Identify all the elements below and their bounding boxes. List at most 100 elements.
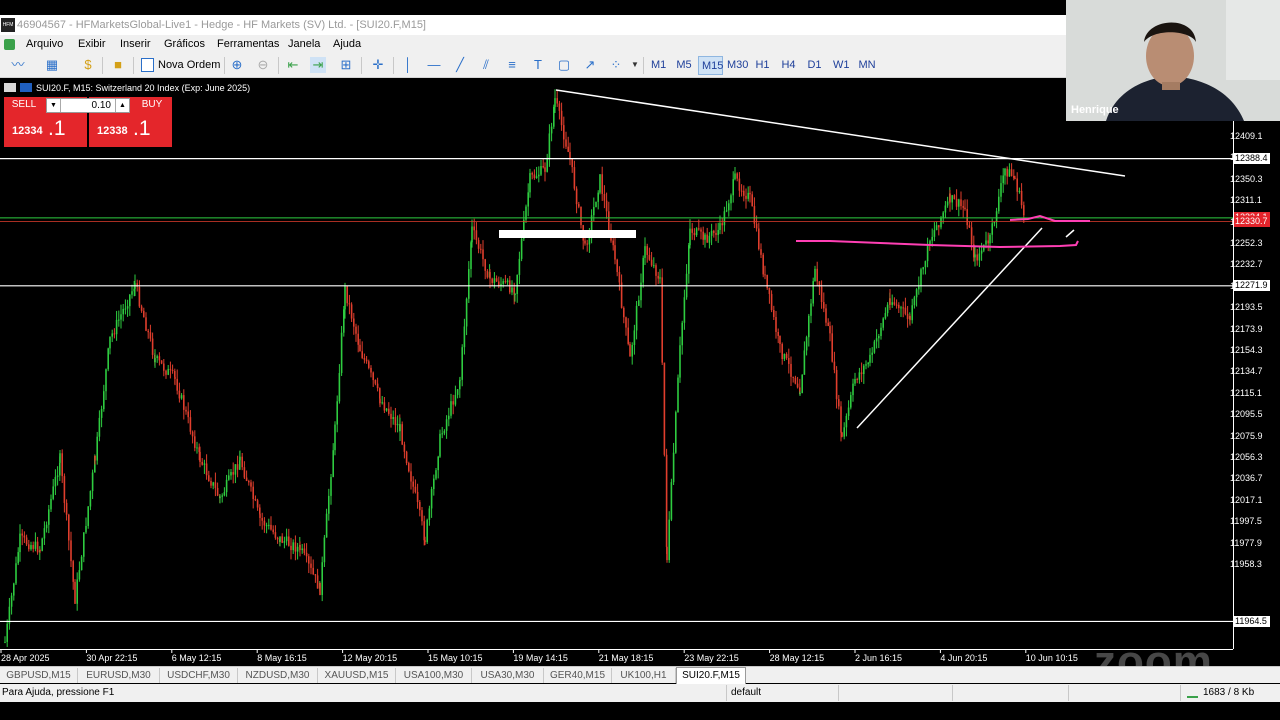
price-tag-current-ask: 12330.7 xyxy=(1234,216,1270,228)
candle-body xyxy=(245,477,248,481)
time-tick-label: 28 Apr 2025 xyxy=(1,653,50,663)
tab-usa100[interactable]: USA100,M30 xyxy=(396,668,472,683)
timeframe-d1[interactable]: D1 xyxy=(804,56,825,75)
candle-body xyxy=(706,234,708,243)
price-chart[interactable] xyxy=(0,79,1280,666)
lot-size-field[interactable]: ▼ 0.10 ▲ xyxy=(46,98,130,113)
lot-size-value[interactable]: 0.10 xyxy=(62,99,114,112)
chart-menu-icon[interactable] xyxy=(4,83,16,92)
candle-body xyxy=(13,583,15,596)
timeframe-m30[interactable]: M30 xyxy=(724,56,749,75)
candle-body xyxy=(484,259,486,271)
tab-sui20[interactable]: SUI20.F,M15 xyxy=(676,667,746,684)
menu-inserir[interactable]: Inserir xyxy=(120,35,151,53)
price-tick-label: 12075.9 xyxy=(1230,430,1263,441)
tile-windows-icon[interactable]: ⊞ xyxy=(338,57,354,73)
candle-body xyxy=(966,209,968,226)
candle-body xyxy=(540,166,542,175)
chart-shift-icon[interactable]: ⇤ xyxy=(285,57,301,73)
candle-body xyxy=(424,540,426,543)
candle-body xyxy=(468,269,470,299)
candle-body xyxy=(477,240,480,249)
channel-icon[interactable]: ⫽ xyxy=(478,57,494,73)
candle-body xyxy=(236,464,239,470)
menu-ajuda[interactable]: Ajuda xyxy=(333,35,361,53)
tab-nzdusd[interactable]: NZDUSD,M30 xyxy=(238,668,318,683)
text-icon[interactable]: T xyxy=(530,57,546,73)
horizontal-line-icon[interactable]: — xyxy=(426,57,442,73)
shapes-icon[interactable]: ▢ xyxy=(556,57,572,73)
timeframe-h4[interactable]: H4 xyxy=(778,56,799,75)
timeframe-w1[interactable]: W1 xyxy=(830,56,851,75)
candle-body xyxy=(185,409,187,412)
timeframe-m1[interactable]: M1 xyxy=(648,56,669,75)
chart-template-icon[interactable]: ▦ xyxy=(44,57,60,73)
chevron-down-icon[interactable]: ▼ xyxy=(627,57,643,73)
candle-body xyxy=(473,226,475,231)
candle-body xyxy=(430,489,433,509)
candle-body xyxy=(987,240,989,244)
candle-body xyxy=(239,460,241,470)
timeframe-h1[interactable]: H1 xyxy=(752,56,773,75)
tab-eurusd[interactable]: EURUSD,M30 xyxy=(78,668,160,683)
tab-uk100[interactable]: UK100,H1 xyxy=(612,668,676,683)
lot-decrease-icon[interactable]: ▼ xyxy=(47,99,61,112)
tab-usdchf[interactable]: USDCHF,M30 xyxy=(160,668,238,683)
chart-window[interactable]: SUI20.F, M15: Switzerland 20 Index (Exp:… xyxy=(0,79,1280,666)
fibonacci-icon[interactable]: ≡ xyxy=(504,57,520,73)
candle-body xyxy=(638,300,640,306)
vertical-line-icon[interactable]: │ xyxy=(400,57,416,73)
candle-body xyxy=(704,234,706,240)
menu-graficos[interactable]: Gráficos xyxy=(164,35,205,53)
autoscroll-icon[interactable]: ⇥ xyxy=(310,57,326,73)
candle-body xyxy=(361,351,363,358)
candle-body xyxy=(796,383,799,388)
candle-body xyxy=(145,317,147,331)
candle-body xyxy=(808,315,810,338)
zoom-out-icon[interactable]: ⊖ xyxy=(255,57,271,73)
timeframe-m5[interactable]: M5 xyxy=(673,56,695,75)
candle-body xyxy=(408,463,410,472)
line-chart-icon[interactable]: 〰 xyxy=(10,57,26,73)
market-icon[interactable]: ■ xyxy=(110,57,126,73)
menu-ferramentas[interactable]: Ferramentas xyxy=(217,35,279,53)
zoom-in-icon[interactable]: ⊕ xyxy=(229,57,245,73)
candle-body xyxy=(840,406,842,433)
price-tick-label: 12056.3 xyxy=(1230,452,1263,462)
objects-icon[interactable]: ⁘ xyxy=(608,57,624,73)
tab-ger40[interactable]: GER40,M15 xyxy=(544,668,612,683)
crosshair-icon[interactable]: ✛ xyxy=(370,57,386,73)
arrow-icon[interactable]: ↗ xyxy=(582,57,598,73)
tab-xauusd[interactable]: XAUUSD,M15 xyxy=(318,668,396,683)
candle-body xyxy=(254,498,257,501)
status-profile: default xyxy=(731,687,762,698)
trading-icon[interactable]: $ xyxy=(80,57,96,73)
timeframe-mn[interactable]: MN xyxy=(855,56,879,75)
candle-body xyxy=(993,221,996,224)
app-menu-icon[interactable] xyxy=(4,39,15,50)
candle-body xyxy=(681,322,683,346)
menu-arquivo[interactable]: Arquivo xyxy=(26,35,63,53)
candle-body xyxy=(593,207,595,216)
trendline-icon[interactable]: ╱ xyxy=(452,57,468,73)
candle-body xyxy=(401,424,403,445)
time-tick-label: 30 Apr 22:15 xyxy=(86,653,138,663)
menu-exibir[interactable]: Exibir xyxy=(78,35,106,53)
candle-body xyxy=(677,377,679,413)
candle-body xyxy=(691,228,693,233)
lot-increase-icon[interactable]: ▲ xyxy=(115,99,129,112)
menu-janela[interactable]: Janela xyxy=(288,35,320,53)
candle-body xyxy=(299,544,301,551)
candle-body xyxy=(823,302,825,309)
candle-body xyxy=(884,313,887,319)
candle-body xyxy=(900,307,902,309)
new-order-button[interactable]: Nova Ordem xyxy=(139,56,220,75)
candle-body xyxy=(396,424,399,426)
tab-gbpusd[interactable]: GBPUSD,M15 xyxy=(0,668,78,683)
candle-body xyxy=(679,345,681,378)
candle-body xyxy=(452,401,454,405)
chart-header: SUI20.F, M15: Switzerland 20 Index (Exp:… xyxy=(4,82,250,94)
timeframe-m15[interactable]: M15 xyxy=(698,56,723,75)
candle-body xyxy=(627,327,629,344)
tab-usa30[interactable]: USA30,M30 xyxy=(472,668,544,683)
